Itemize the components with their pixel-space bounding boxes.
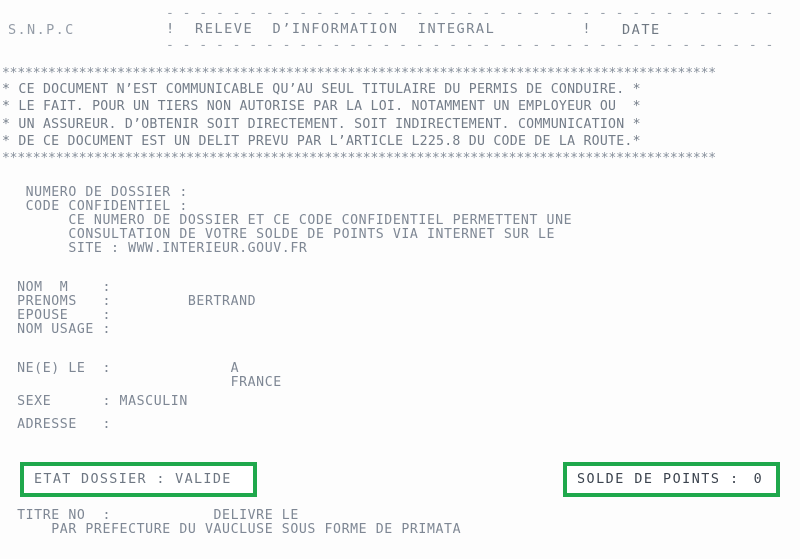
identity-section: NOM M : PRENOMS : BERTRAND EPOUSE : NOM … xyxy=(0,281,256,337)
dossier-note-line-2: CONSULTATION DE VOTRE SOLDE DE POINTS VI… xyxy=(0,227,556,242)
solde-points-label: SOLDE DE POINTS : xyxy=(577,472,740,487)
warning-line-4: * DE CE DOCUMENT EST UN DELIT PREVU PAR … xyxy=(2,134,641,150)
pays-naissance-field: FRANCE xyxy=(0,375,282,390)
solde-points-highlight-box: SOLDE DE POINTS : 0 xyxy=(563,462,780,497)
date-label: DATE xyxy=(622,22,661,38)
titre-numero-field: TITRE NO : DELIVRE LE xyxy=(0,508,299,523)
dossier-note-line-1: CE NUMERO DE DOSSIER ET CE CODE CONFIDEN… xyxy=(0,213,573,228)
star-rule-top: ****************************************… xyxy=(2,66,716,81)
adresse-field: ADRESSE : xyxy=(0,417,112,432)
nom-usage-field: NOM USAGE : xyxy=(0,322,112,337)
document-header: S.N.P.C - - - - - - - - - - - - - - - - … xyxy=(0,0,800,62)
document-page: S.N.P.C - - - - - - - - - - - - - - - - … xyxy=(0,0,800,559)
numero-dossier-field: NUMERO DE DOSSIER : xyxy=(0,185,188,200)
warning-line-3: * UN ASSUREUR. D’OBTENIR SOIT DIRECTEMEN… xyxy=(2,116,641,132)
birth-details-section: NE(E) LE : A FRANCE SEXE : MASCULIN ADRE… xyxy=(0,362,282,436)
page-title: ! RELEVE D’INFORMATION INTEGRAL ! xyxy=(166,21,593,37)
titre-section: TITRE NO : DELIVRE LE PAR PREFECTURE DU … xyxy=(0,509,461,537)
organisation-label: S.N.P.C xyxy=(8,22,75,38)
warning-line-1: * CE DOCUMENT N’EST COMMUNICABLE QU’AU S… xyxy=(2,82,641,97)
nom-field: NOM M : xyxy=(0,280,112,295)
header-rule-top: - - - - - - - - - - - - - - - - - - - - … xyxy=(166,6,774,21)
sexe-field: SEXE : MASCULIN xyxy=(0,394,188,409)
warning-line-2: * LE FAIT. POUR UN TIERS NON AUTORISE PA… xyxy=(2,99,641,115)
solde-points-value: 0 xyxy=(753,472,762,487)
prenoms-field: PRENOMS : BERTRAND xyxy=(0,294,257,309)
etat-dossier-highlight-box: ETAT DOSSIER : VALIDE xyxy=(20,462,257,497)
star-rule-bottom: ****************************************… xyxy=(2,150,716,166)
prefecture-field: PAR PREFECTURE DU VAUCLUSE SOUS FORME DE… xyxy=(0,522,462,537)
code-confidentiel-field: CODE CONFIDENTIEL : xyxy=(0,199,188,214)
header-rule-bottom: - - - - - - - - - - - - - - - - - - - - … xyxy=(166,38,774,53)
naissance-field: NE(E) LE : A xyxy=(0,361,240,376)
etat-dossier-text: ETAT DOSSIER : VALIDE xyxy=(34,472,232,487)
dossier-section: NUMERO DE DOSSIER : CODE CONFIDENTIEL : … xyxy=(0,186,572,256)
dossier-note-line-3: SITE : WWW.INTERIEUR.GOUV.FR xyxy=(0,241,308,256)
epouse-field: EPOUSE : xyxy=(0,308,112,323)
confidentiality-warning: ****************************************… xyxy=(0,66,800,166)
